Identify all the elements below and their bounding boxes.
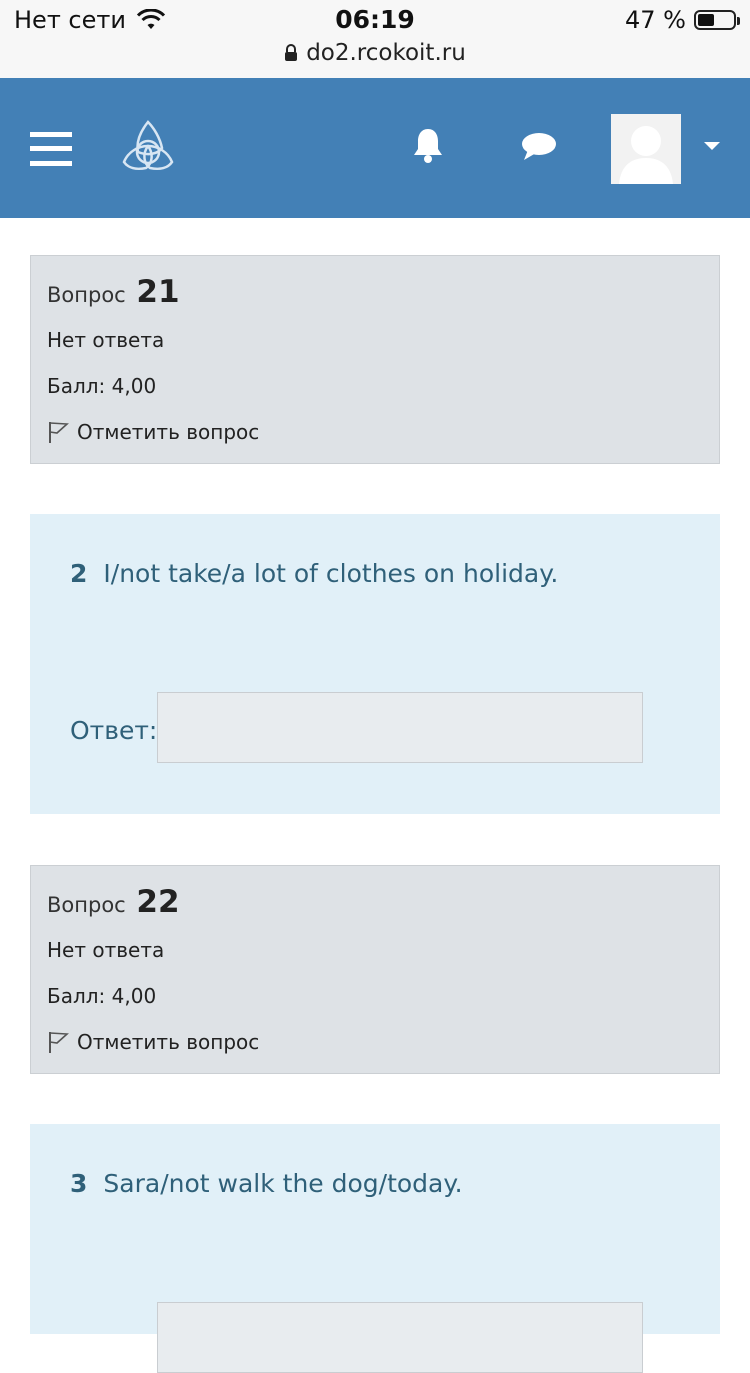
question-info-box: Вопрос 21 Нет ответа Балл: 4,00 Отметить… — [30, 255, 720, 464]
flag-question-label: Отметить вопрос — [77, 420, 260, 444]
battery-percent: 47 % — [625, 6, 686, 34]
top-navbar — [0, 78, 750, 218]
address-bar[interactable]: do2.rcokoit.ru — [0, 40, 750, 66]
question-text: 3 Sara/not walk the dog/today. — [70, 1169, 463, 1198]
question-info-box: Вопрос 22 Нет ответа Балл: 4,00 Отметить… — [30, 865, 720, 1074]
notifications-bell-icon[interactable] — [410, 126, 446, 164]
flag-icon — [49, 1032, 69, 1053]
question-item-number: 3 — [70, 1169, 88, 1198]
user-silhouette-icon — [619, 126, 673, 184]
question-state: Нет ответа — [47, 938, 165, 962]
flag-question-link[interactable]: Отметить вопрос — [47, 420, 259, 444]
question-title: Вопрос 21 — [47, 274, 180, 310]
question-text: 2 I/not take/a lot of clothes on holiday. — [70, 559, 558, 588]
answer-input[interactable] — [157, 1302, 643, 1373]
question-grade: Балл: 4,00 — [47, 984, 157, 1008]
site-logo-icon[interactable] — [118, 118, 178, 174]
question-item-number: 2 — [70, 559, 88, 588]
user-menu-caret-icon[interactable] — [704, 142, 720, 150]
url-text: do2.rcokoit.ru — [306, 40, 466, 66]
battery-icon — [694, 10, 740, 30]
question-content-box: 3 Sara/not walk the dog/today. — [30, 1124, 720, 1373]
ios-status-bar: Нет сети 06:19 47 % do2.rcokoit.ru — [0, 0, 750, 78]
lock-icon — [285, 44, 298, 61]
question-title: Вопрос 22 — [47, 884, 180, 920]
question-label: Вопрос — [47, 893, 126, 917]
user-avatar[interactable] — [611, 114, 681, 184]
question-number: 21 — [136, 274, 180, 310]
answer-input[interactable] — [157, 692, 643, 763]
question-grade: Балл: 4,00 — [47, 374, 157, 398]
battery-status: 47 % — [625, 6, 740, 34]
question-label: Вопрос — [47, 283, 126, 307]
question-number: 22 — [136, 884, 180, 920]
flag-question-label: Отметить вопрос — [77, 1030, 260, 1054]
question-content-box: 2 I/not take/a lot of clothes on holiday.… — [30, 514, 720, 814]
menu-icon[interactable] — [30, 132, 72, 166]
question-state: Нет ответа — [47, 328, 165, 352]
flag-icon — [49, 422, 69, 443]
question-prompt: Sara/not walk the dog/today. — [103, 1169, 463, 1198]
messages-chat-icon[interactable] — [520, 130, 558, 164]
flag-question-link[interactable]: Отметить вопрос — [47, 1030, 259, 1054]
question-prompt: I/not take/a lot of clothes on holiday. — [103, 559, 559, 588]
answer-label: Ответ: — [70, 716, 158, 745]
